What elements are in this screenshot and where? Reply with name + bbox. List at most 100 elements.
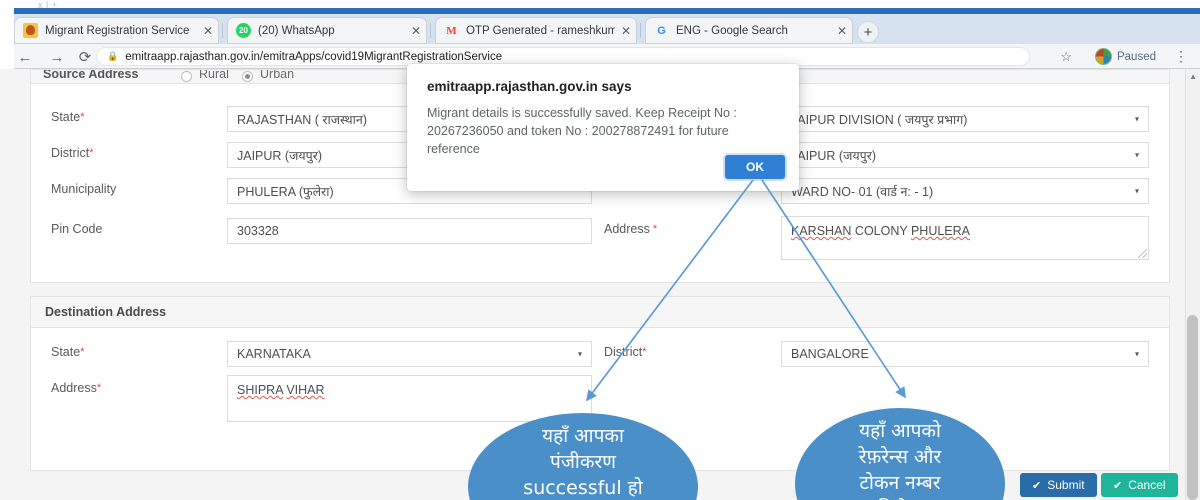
scrollbar-thumb[interactable] — [1187, 315, 1198, 500]
destination-state-value: KARNATAKA — [237, 347, 311, 361]
destination-address-textarea[interactable]: SHIPRA VIHAR — [227, 375, 592, 422]
bookmark-star-icon[interactable]: ☆ — [1060, 49, 1072, 65]
page-scrollbar[interactable]: ▲ — [1185, 69, 1200, 500]
tab-divider — [430, 23, 431, 38]
annotation-bubble-left-text: यहाँ आपका पंजीकरण successful हो गया है — [523, 425, 643, 499]
destination-address-word1: SHIPRA — [237, 383, 283, 397]
destination-state-label: State — [51, 345, 81, 359]
tab-strip: Migrant Registration Service ✕ 20 (20) W… — [0, 14, 1200, 44]
gmail-icon: M — [446, 24, 457, 37]
whatsapp-icon: 20 — [236, 23, 251, 38]
source-district-value: JAIPUR (जयपुर) — [237, 148, 322, 163]
required-marker: * — [80, 346, 85, 358]
tab-whatsapp[interactable]: 20 (20) WhatsApp ✕ — [227, 17, 427, 44]
scroll-up-icon[interactable]: ▲ — [1189, 72, 1197, 81]
chevron-down-icon: ▾ — [1134, 150, 1139, 160]
toolbar-left-edge — [0, 44, 14, 69]
avatar — [1094, 48, 1112, 65]
source-state-label: State — [51, 110, 81, 124]
radio-rural[interactable] — [181, 71, 192, 82]
source-pincode-row: Pin Code — [51, 222, 102, 236]
source-address-row: Address * — [604, 222, 657, 236]
source-district-right-select[interactable]: JAIPUR (जयपुर) ▾ — [781, 142, 1149, 168]
check-circle-icon: ✔ — [1113, 479, 1123, 492]
destination-state-select[interactable]: KARNATAKA ▾ — [227, 341, 592, 367]
source-pincode-label: Pin Code — [51, 222, 103, 236]
forward-button[interactable]: → — [48, 48, 66, 66]
source-address-field-label: Address — [604, 222, 650, 236]
annotation-bubble-right-text: यहाँ आपको रेफ़रेन्स और टोकन नम्बर मिलेगा — [858, 420, 942, 500]
close-icon[interactable]: ✕ — [203, 24, 213, 38]
tab-otp-generated[interactable]: M OTP Generated - rameshkumawa ✕ — [435, 17, 637, 44]
source-municipality-row: Municipality — [51, 182, 116, 196]
chevron-down-icon: ▾ — [577, 349, 582, 359]
tab-divider — [640, 23, 641, 38]
browser-menu-icon[interactable]: ⋮ — [1174, 48, 1188, 65]
profile-button[interactable]: Paused — [1093, 47, 1164, 66]
source-division-value: JAIPUR DIVISION ( जयपुर प्रभाग) — [791, 112, 968, 127]
source-ward-select[interactable]: WARD NO- 01 (वार्ड न: - 1) ▾ — [781, 178, 1149, 204]
destination-state-row: State * — [51, 345, 84, 359]
submit-button[interactable]: ✔ Submit — [1020, 473, 1097, 497]
tab-title: ENG - Google Search — [676, 24, 788, 37]
destination-district-select[interactable]: BANGALORE ▾ — [781, 341, 1149, 367]
tab-title: (20) WhatsApp — [258, 24, 335, 37]
destination-address-word2: VIHAR — [286, 383, 325, 397]
tabstrip-left-edge — [0, 14, 14, 44]
reload-button[interactable]: ⟳ — [76, 48, 94, 66]
source-address-word3: PHULERA — [910, 224, 970, 238]
resize-grip-icon[interactable] — [1138, 249, 1147, 258]
browser-window: x | + – ❐ ✕ Migrant Registration Service… — [0, 0, 1200, 500]
dialog-message: Migrant details is successfully saved. K… — [427, 106, 737, 156]
required-marker: * — [96, 382, 102, 394]
tab-divider — [222, 23, 223, 38]
url-text: emitraapp.rajasthan.gov.in/emitraApps/co… — [125, 50, 503, 63]
destination-district-value: BANGALORE — [791, 347, 869, 361]
source-district-row: District * — [51, 146, 93, 160]
submit-label: Submit — [1047, 478, 1085, 492]
source-state-value: RAJASTHAN ( राजस्थान) — [237, 112, 367, 127]
destination-address-label: Destination Address — [45, 305, 167, 319]
source-district-right-value: JAIPUR (जयपुर) — [791, 148, 876, 163]
radio-rural-label: Rural — [199, 69, 229, 81]
source-address-word2: COLONY — [851, 224, 911, 238]
source-municipality-value: PHULERA (फुलेरा) — [237, 184, 334, 199]
check-circle-icon: ✔ — [1032, 479, 1042, 492]
close-icon[interactable]: ✕ — [621, 24, 631, 38]
close-icon[interactable]: ✕ — [411, 24, 421, 38]
destination-address-field-label: Address — [51, 381, 97, 395]
dialog-title: emitraapp.rajasthan.gov.in says — [427, 79, 632, 94]
source-state-row: State * — [51, 110, 84, 124]
cancel-button[interactable]: ✔ Cancel — [1101, 473, 1178, 497]
destination-district-row: District * — [604, 345, 646, 359]
required-marker: * — [80, 111, 85, 123]
tab-title: Migrant Registration Service — [45, 24, 190, 37]
tab-migrant-registration-service[interactable]: Migrant Registration Service ✕ — [14, 17, 219, 44]
dialog-ok-button[interactable]: OK — [725, 155, 785, 179]
new-tab-button[interactable]: + — [857, 21, 879, 43]
emitra-icon — [23, 23, 38, 38]
tab-eng-google-search[interactable]: G ENG - Google Search ✕ — [645, 17, 853, 44]
required-marker: * — [652, 223, 658, 235]
destination-address-header: Destination Address — [31, 297, 1169, 328]
required-marker: * — [89, 147, 94, 159]
lock-icon: 🔒 — [107, 51, 119, 61]
google-icon: G — [657, 24, 666, 37]
source-division-select[interactable]: JAIPUR DIVISION ( जयपुर प्रभाग) ▾ — [781, 106, 1149, 132]
source-ward-value: WARD NO- 01 (वार्ड न: - 1) — [791, 184, 934, 199]
required-marker: * — [642, 346, 647, 358]
cancel-label: Cancel — [1128, 478, 1166, 492]
source-address-label: Source Address — [43, 69, 139, 81]
source-pincode-input[interactable]: 303328 — [227, 218, 592, 244]
javascript-alert-dialog: emitraapp.rajasthan.gov.in says Migrant … — [407, 64, 799, 191]
radio-urban-label: Urban — [260, 69, 295, 81]
back-button[interactable]: ← — [16, 48, 34, 66]
chevron-down-icon: ▾ — [1134, 114, 1139, 124]
source-municipality-label: Municipality — [51, 182, 117, 196]
source-address-word1: KARSHAN — [791, 224, 852, 238]
radio-urban[interactable] — [242, 71, 253, 82]
source-address-textarea[interactable]: KARSHAN COLONY PHULERA — [781, 216, 1149, 260]
sync-status-label: Paused — [1116, 50, 1156, 63]
close-icon[interactable]: ✕ — [837, 24, 847, 38]
source-district-label: District — [51, 146, 90, 160]
